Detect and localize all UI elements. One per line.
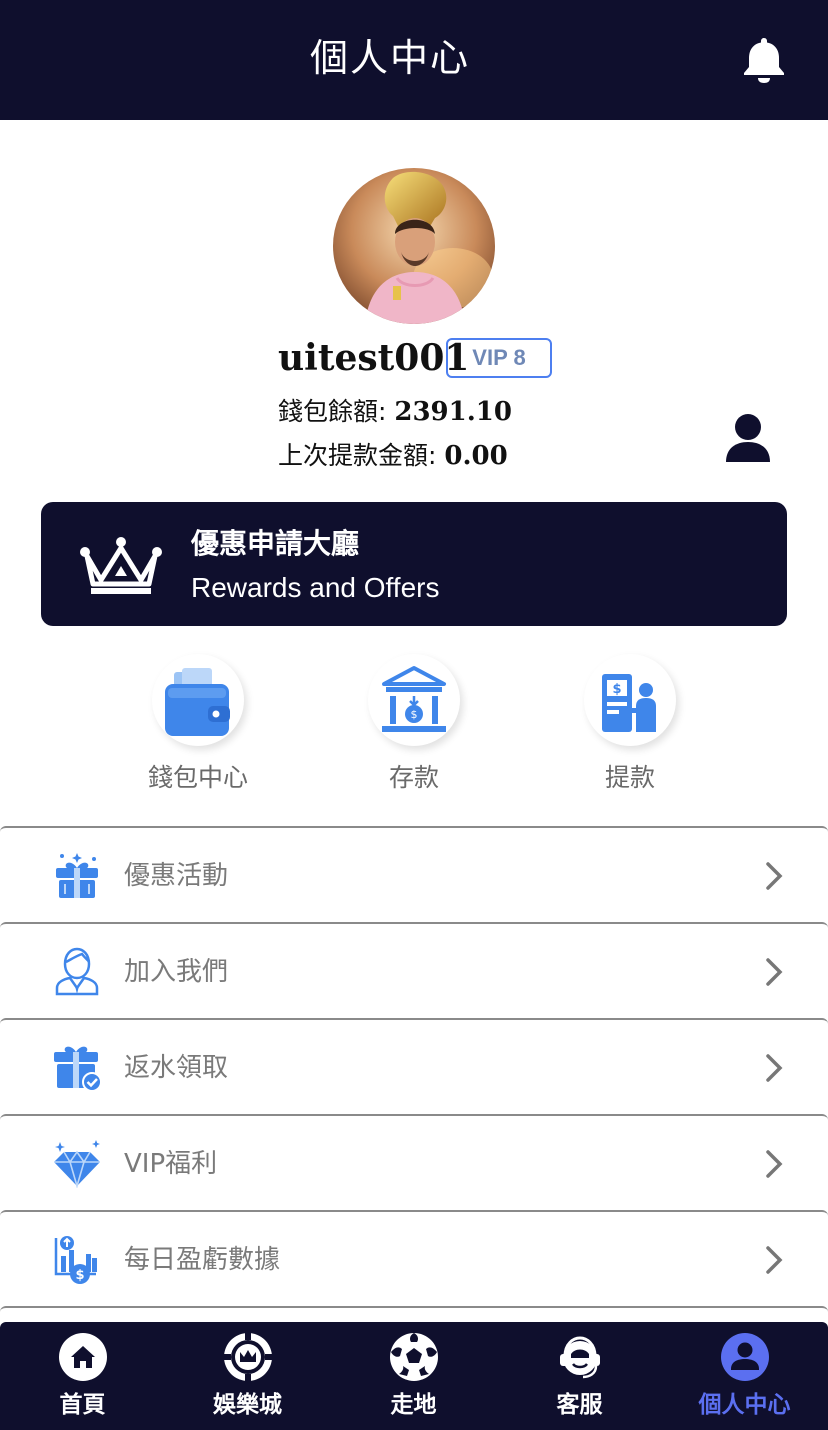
nav-casino[interactable]: 娛樂城 (165, 1322, 330, 1430)
menu-item-rebate[interactable]: 返水領取 (0, 1018, 828, 1114)
casino-chip-icon (224, 1333, 272, 1381)
top-header: 個人中心 (0, 0, 828, 120)
soccer-ball-icon (390, 1333, 438, 1381)
chart-dollar-icon: $ (54, 1236, 97, 1284)
vip-badge: VIP 8 (446, 338, 552, 378)
deposit-button[interactable]: $ 存款 (334, 654, 494, 804)
deposit-label: 存款 (388, 763, 439, 792)
person-icon[interactable] (722, 412, 774, 464)
nav-label-profile: 個人中心 (698, 1392, 791, 1418)
menu-label-join-us: 加入我們 (124, 957, 229, 987)
menu-list: 優惠活動 加入我們 返水領取 VIP福利 $ 每日盈虧數據 (0, 826, 828, 1326)
wallet-balance-label: 錢包餘額: (278, 397, 395, 426)
withdraw-button[interactable]: $ 提款 (550, 654, 710, 804)
chevron-right-icon (766, 1054, 783, 1082)
chevron-right-icon (766, 1150, 783, 1178)
rewards-title: 優惠申請大廳 (191, 527, 360, 560)
menu-item-join-us[interactable]: 加入我們 (0, 922, 828, 1018)
agent-person-icon (55, 947, 99, 996)
menu-label-rebate: 返水領取 (124, 1053, 229, 1083)
user-circle-icon (721, 1333, 769, 1381)
user-avatar[interactable] (333, 168, 495, 324)
rewards-banner[interactable]: 優惠申請大廳 Rewards and Offers (41, 502, 787, 626)
nav-label-live-betting: 走地 (390, 1392, 437, 1418)
chevron-right-icon (766, 958, 783, 986)
home-icon (59, 1333, 107, 1381)
menu-item-vip-benefits[interactable]: VIP福利 (0, 1114, 828, 1210)
last-withdraw-value: 0.00 (444, 441, 508, 471)
chevron-right-icon (766, 1246, 783, 1274)
menu-item-promotions[interactable]: 優惠活動 (0, 826, 828, 922)
gift-check-icon (54, 1046, 102, 1092)
nav-home[interactable]: 首頁 (0, 1322, 165, 1430)
wallet-center-circle (152, 654, 244, 746)
nav-profile[interactable]: 個人中心 (662, 1322, 827, 1430)
wallet-balance: 錢包餘額: 2391.10 (278, 394, 512, 430)
last-withdraw-amount: 上次提款金額: 0.00 (278, 438, 508, 474)
chevron-right-icon (766, 862, 783, 890)
withdraw-circle: $ (584, 654, 676, 746)
withdraw-label: 提款 (604, 763, 655, 792)
nav-label-home: 首頁 (59, 1392, 106, 1418)
crown-icon (80, 537, 162, 594)
bank-deposit-icon: $ (382, 666, 446, 732)
menu-label-daily-pnl: 每日盈虧數據 (124, 1245, 281, 1275)
deposit-circle: $ (368, 654, 460, 746)
svg-text:$: $ (411, 708, 418, 721)
headset-icon (560, 1336, 600, 1379)
nav-label-customer-service: 客服 (556, 1392, 603, 1418)
wallet-center-label: 錢包中心 (147, 763, 248, 792)
menu-label-promotions: 優惠活動 (124, 861, 229, 891)
page-title: 個人中心 (309, 36, 470, 80)
gift-icon (56, 853, 98, 898)
rewards-subtitle: Rewards and Offers (191, 572, 440, 603)
username: uitest001 (278, 337, 470, 379)
menu-item-daily-pnl[interactable]: $ 每日盈虧數據 (0, 1210, 828, 1306)
nav-live-betting[interactable]: 走地 (331, 1322, 496, 1430)
wallet-center-button[interactable]: 錢包中心 (118, 654, 278, 804)
bell-icon[interactable] (736, 32, 792, 88)
nav-customer-service[interactable]: 客服 (497, 1322, 662, 1430)
diamond-icon (54, 1140, 100, 1188)
nav-label-casino: 娛樂城 (213, 1392, 282, 1418)
wallet-icon (165, 668, 230, 736)
last-withdraw-label: 上次提款金額: (278, 441, 445, 470)
wallet-balance-value: 2391.10 (394, 397, 512, 427)
menu-label-vip-benefits: VIP福利 (124, 1149, 218, 1179)
svg-text:$: $ (612, 682, 621, 697)
atm-withdraw-icon: $ (602, 674, 656, 732)
svg-text:$: $ (75, 1268, 84, 1283)
bottom-nav: 首頁 娛樂城 走地 客服 個人中心 (0, 1322, 828, 1430)
